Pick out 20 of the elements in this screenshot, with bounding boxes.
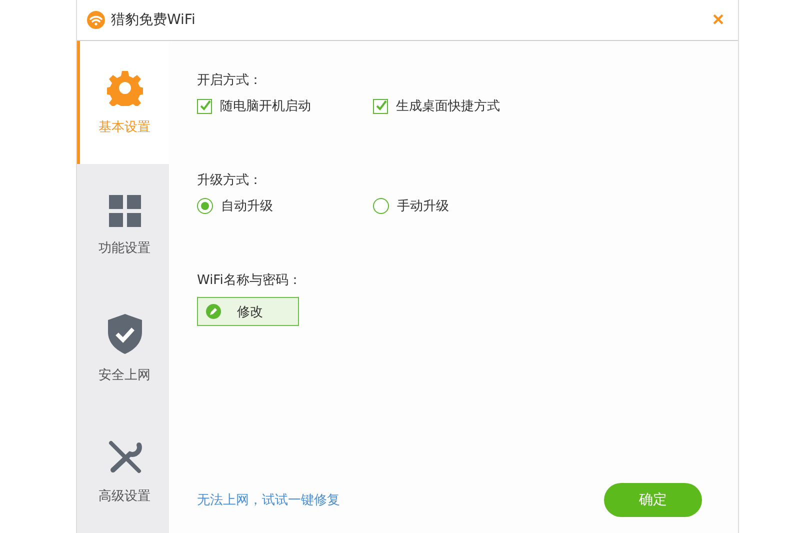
shield-check-icon	[108, 314, 142, 354]
checkbox-option[interactable]: 随电脑开机启动	[197, 97, 373, 115]
wifi-logo-icon	[87, 11, 105, 29]
repair-link[interactable]: 无法上网，试试一键修复	[197, 491, 340, 509]
radio-option[interactable]: 自动升级	[197, 197, 373, 215]
section-label: WiFi名称与密码：	[197, 272, 302, 289]
checkbox[interactable]	[197, 98, 212, 114]
tools-icon	[106, 438, 142, 474]
pencil-icon	[206, 304, 221, 319]
gear-icon	[106, 70, 142, 106]
window-title: 猎豹免费WiFi	[111, 11, 196, 29]
radio-option[interactable]: 手动升级	[373, 197, 549, 215]
grid-icon	[108, 194, 140, 226]
edit-button[interactable]: 修改	[197, 297, 299, 326]
checkbox-option[interactable]: 生成桌面快捷方式	[373, 97, 549, 115]
section-label: 开启方式：	[197, 72, 263, 89]
checkbox[interactable]	[373, 98, 388, 114]
radio-button[interactable]	[197, 198, 213, 214]
section-label: 升级方式：	[197, 172, 263, 189]
radio-button[interactable]	[373, 198, 389, 214]
